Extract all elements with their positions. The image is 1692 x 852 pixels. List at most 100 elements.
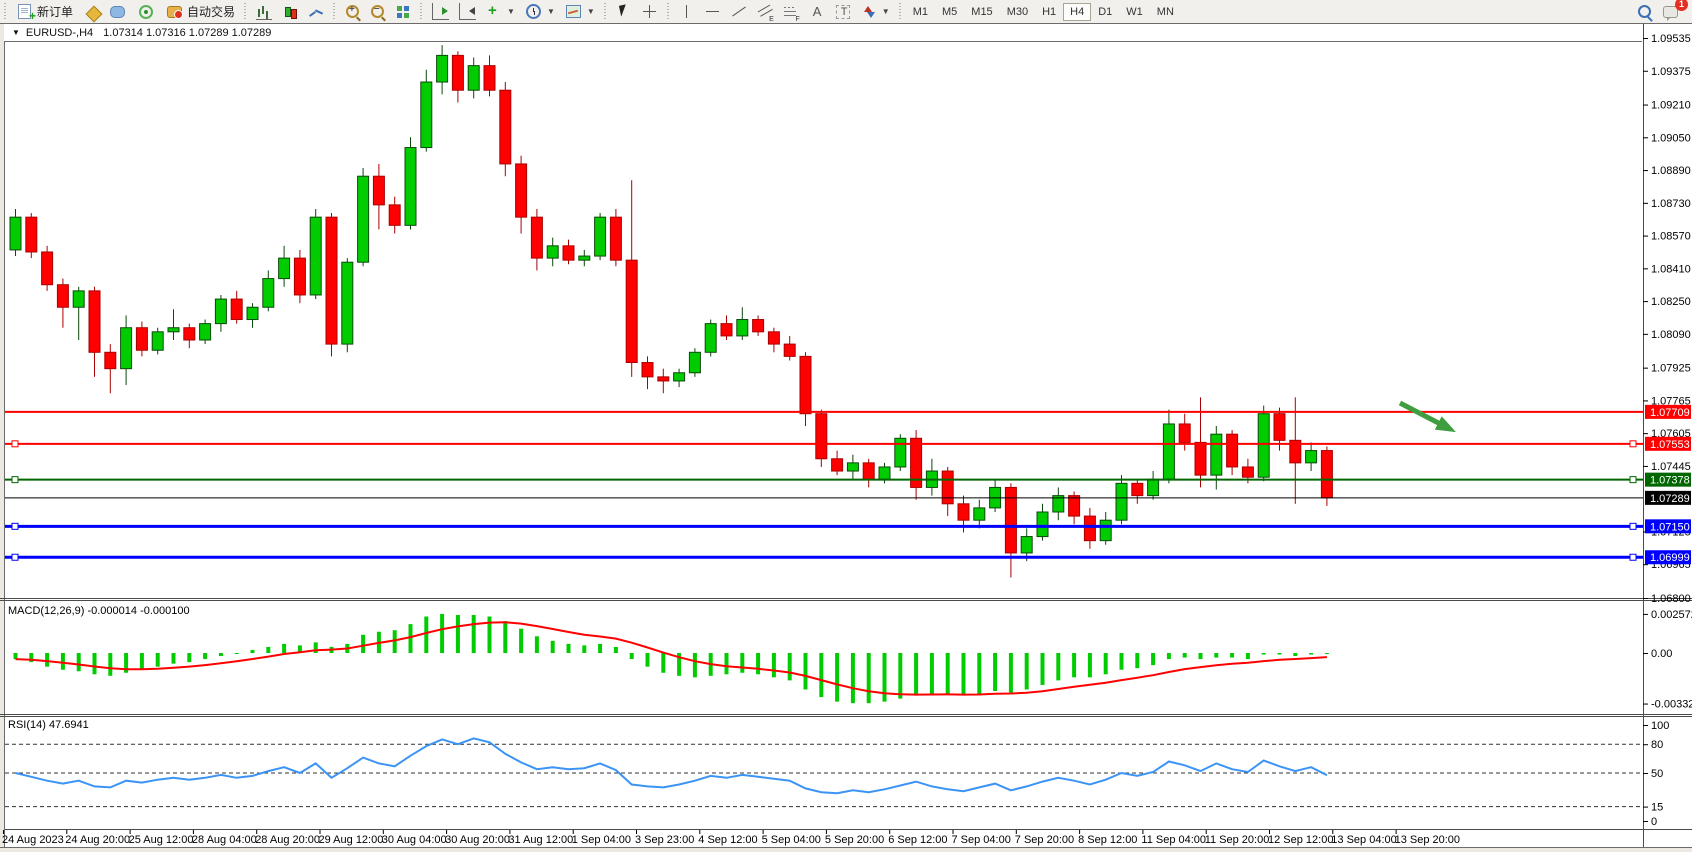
candle: [373, 176, 384, 205]
candle: [595, 217, 606, 256]
candle: [1179, 424, 1190, 442]
candle: [847, 463, 858, 471]
candle: [816, 414, 827, 459]
metaeditor-button[interactable]: [79, 1, 103, 22]
equidistant-channel-button[interactable]: [753, 1, 777, 22]
arrows-button[interactable]: ▼: [857, 1, 894, 22]
line-chart-button[interactable]: [304, 1, 328, 22]
candle: [263, 279, 274, 308]
candle: [389, 205, 400, 225]
trendline-icon: [731, 4, 747, 20]
rsi-label: RSI(14) 47.6941: [8, 719, 89, 731]
signals-button[interactable]: [132, 1, 160, 22]
svg-text:0.002572: 0.002572: [1651, 609, 1692, 621]
add-indicator-icon: [486, 4, 502, 20]
chart-shift-button[interactable]: [455, 1, 480, 22]
candlestick-button[interactable]: [278, 1, 302, 22]
auto-scroll-icon: [432, 3, 449, 20]
svg-text:1.08090: 1.08090: [1651, 329, 1691, 341]
candle: [136, 328, 147, 351]
candle: [1258, 414, 1269, 477]
candle: [674, 373, 685, 381]
zoom-in-button[interactable]: [341, 1, 364, 22]
candle: [705, 324, 716, 353]
text-label-icon: [836, 5, 850, 19]
tile-windows-icon: [395, 4, 411, 20]
search-icon: [1638, 5, 1651, 18]
text-label-button[interactable]: [831, 1, 855, 22]
candle: [516, 164, 527, 217]
candle: [721, 324, 732, 336]
svg-text:1.08730: 1.08730: [1651, 198, 1691, 210]
candle: [1306, 451, 1317, 463]
trendline-button[interactable]: [727, 1, 751, 22]
timeframe-m15[interactable]: M15: [964, 3, 999, 21]
candle: [1069, 496, 1080, 516]
add-indicator-button[interactable]: ▼: [482, 1, 519, 22]
svg-text:7 Sep 20:00: 7 Sep 20:00: [1015, 834, 1074, 846]
new-order-button[interactable]: 新订单: [12, 1, 77, 22]
candle: [484, 66, 495, 91]
svg-text:12 Sep 12:00: 12 Sep 12:00: [1268, 834, 1333, 846]
crosshair-button[interactable]: [638, 1, 662, 22]
chart-canvas[interactable]: 1.095351.093751.092101.090501.088901.087…: [0, 24, 1692, 852]
svg-text:80: 80: [1651, 739, 1663, 751]
templates-button[interactable]: ▼: [561, 1, 599, 22]
svg-text:6 Sep 12:00: 6 Sep 12:00: [888, 834, 947, 846]
zoom-out-button[interactable]: [366, 1, 389, 22]
auto-scroll-button[interactable]: [428, 1, 453, 22]
candle: [42, 252, 53, 285]
vertical-line-button[interactable]: [675, 1, 699, 22]
timeframe-m5[interactable]: M5: [935, 3, 964, 21]
bar-chart-button[interactable]: [252, 1, 276, 22]
autotrading-icon: [167, 6, 182, 18]
svg-text:28 Aug 04:00: 28 Aug 04:00: [192, 834, 257, 846]
svg-text:13 Sep 04:00: 13 Sep 04:00: [1331, 834, 1396, 846]
svg-text:13 Sep 20:00: 13 Sep 20:00: [1395, 834, 1460, 846]
candle: [832, 459, 843, 471]
candle: [800, 356, 811, 413]
text-button[interactable]: [805, 1, 829, 22]
timeframe-mn[interactable]: MN: [1150, 3, 1181, 21]
timeframe-m30[interactable]: M30: [1000, 3, 1035, 21]
search-button[interactable]: [1633, 1, 1656, 22]
notifications-button[interactable]: 1: [1658, 1, 1683, 22]
candle: [1132, 483, 1143, 495]
new-order-label: 新订单: [37, 3, 73, 20]
svg-text:0.00: 0.00: [1651, 648, 1672, 660]
svg-text:31 Aug 12:00: 31 Aug 12:00: [508, 834, 573, 846]
fibonacci-button[interactable]: [779, 1, 803, 22]
candle: [1195, 442, 1206, 475]
svg-text:11 Sep 20:00: 11 Sep 20:00: [1205, 834, 1270, 846]
svg-text:3 Sep 23:00: 3 Sep 23:00: [635, 834, 694, 846]
chart-symbol-period: EURUSD-,H4: [26, 27, 93, 39]
cursor-button[interactable]: [612, 1, 636, 22]
candle: [863, 463, 874, 479]
timeframe-h4[interactable]: H4: [1063, 3, 1091, 21]
periods-button[interactable]: ▼: [521, 1, 559, 22]
candle: [1227, 434, 1238, 467]
svg-text:5 Sep 04:00: 5 Sep 04:00: [762, 834, 821, 846]
zoom-in-icon: [346, 5, 359, 18]
zoom-out-icon: [371, 5, 384, 18]
candle: [1084, 516, 1095, 541]
candle: [121, 328, 132, 369]
templates-icon: [566, 5, 581, 18]
timeframe-d1[interactable]: D1: [1091, 3, 1119, 21]
chart-dropdown-icon[interactable]: ▼: [12, 28, 20, 37]
market-button[interactable]: [105, 1, 130, 22]
text-icon: [809, 4, 825, 20]
toolbar-grip: [603, 3, 608, 21]
tile-windows-button[interactable]: [391, 1, 415, 22]
svg-text:29 Aug 12:00: 29 Aug 12:00: [319, 834, 384, 846]
candle: [468, 66, 479, 91]
timeframe-h1[interactable]: H1: [1035, 3, 1063, 21]
horizontal-line-button[interactable]: [701, 1, 725, 22]
timeframe-m1[interactable]: M1: [906, 3, 935, 21]
svg-text:100: 100: [1651, 720, 1669, 732]
autotrading-button[interactable]: 自动交易: [162, 1, 239, 22]
timeframe-w1[interactable]: W1: [1119, 3, 1150, 21]
chart-titlebar: ▼ EURUSD-,H4 1.07314 1.07316 1.07289 1.0…: [4, 24, 1642, 42]
candle: [294, 258, 305, 295]
chart-ohlc-quotes: 1.07314 1.07316 1.07289 1.07289: [103, 27, 271, 39]
